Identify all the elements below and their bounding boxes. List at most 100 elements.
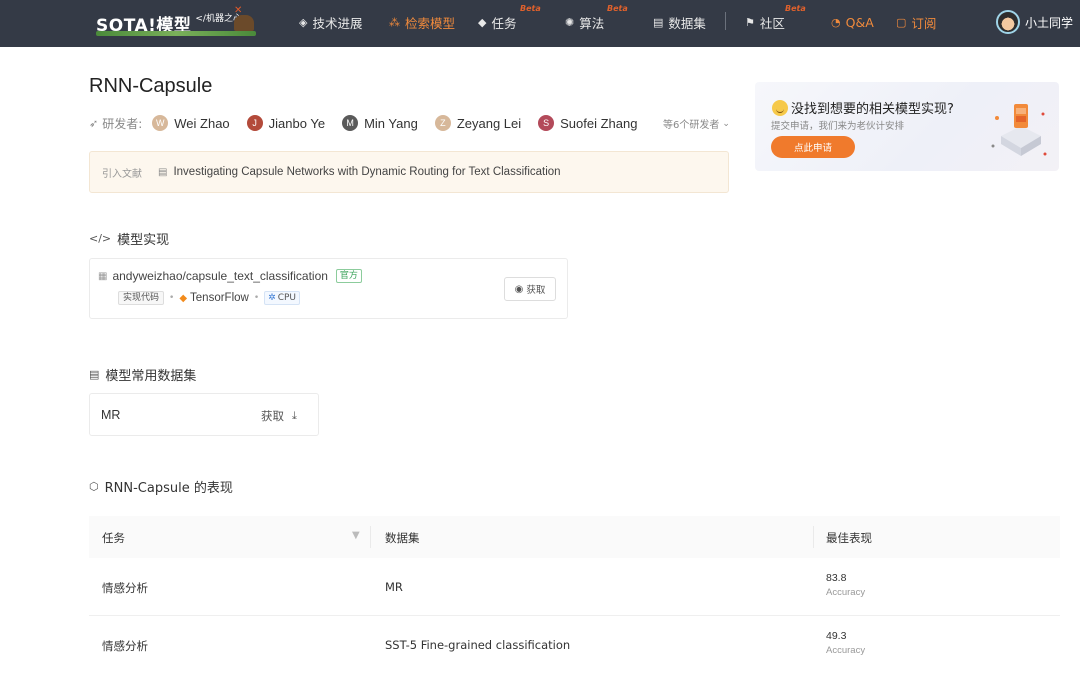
section-heading-datasets: ▤ 模型常用数据集	[89, 365, 196, 384]
get-code-button[interactable]: ◉ 获取	[504, 277, 556, 301]
smiley-icon	[772, 100, 788, 116]
framework-tag: ◆ TensorFlow	[179, 292, 249, 304]
beta-badge: Beta	[607, 4, 628, 13]
table-row[interactable]: 情感分析 MR 83.8 Accuracy	[89, 558, 1060, 616]
cube-illustration-icon	[987, 96, 1051, 162]
reference-paper-link[interactable]: Investigating Capsule Networks with Dyna…	[173, 166, 560, 178]
nav-item-datasets[interactable]: ▤ 数据集	[653, 13, 706, 31]
code-tag: 实现代码	[118, 291, 164, 305]
more-authors-toggle[interactable]: 等6个研发者 ⌄	[663, 116, 730, 131]
author-name: Suofei Zhang	[560, 116, 637, 131]
implementation-card: ▦ andyweizhao/capsule_text_classificatio…	[89, 258, 568, 319]
nav-item-community[interactable]: ⚑ 社区 Beta	[745, 13, 785, 31]
author-item[interactable]: M Min Yang	[342, 115, 418, 131]
bookmark-icon: ▢	[896, 16, 906, 29]
get-code-label: 获取	[526, 282, 545, 296]
official-badge: 官方	[336, 269, 362, 283]
device-tag: ✲ CPU	[264, 291, 300, 305]
user-menu[interactable]: 小土同学	[996, 10, 1073, 34]
avatar	[996, 10, 1020, 34]
author-item[interactable]: Z Zeyang Lei	[435, 115, 521, 131]
nav-item-search-models[interactable]: ⁂ 检索模型	[389, 13, 455, 31]
reference-paper-box: 引入文献 ▤ Investigating Capsule Networks wi…	[89, 151, 729, 193]
author-name: Jianbo Ye	[269, 116, 325, 131]
author-name: Wei Zhao	[174, 116, 229, 131]
github-icon: ◉	[515, 284, 524, 295]
nav-item-label: Q&A	[846, 15, 874, 30]
request-model-promo: 没找到想要的相关模型实现? 提交申请，我们来为老伙计安排 点此申请	[755, 82, 1059, 171]
table-row[interactable]: 情感分析 SST-5 Fine-grained classification 4…	[89, 616, 1060, 674]
database-icon: ▤	[89, 368, 99, 381]
separator-dot: •	[254, 293, 259, 303]
author-item[interactable]: S Suofei Zhang	[538, 115, 637, 131]
promo-title-text: 没找到想要的相关模型实现?	[791, 98, 954, 117]
reference-label: 引入文献	[102, 165, 158, 180]
user-name: 小土同学	[1025, 14, 1073, 31]
authors-label-text: 研发者:	[102, 115, 142, 132]
top-nav: SOTA!模型 </机器之心> ✕ ◈ 技术进展 ⁂ 检索模型 ◆ 任务 Bet…	[0, 0, 1080, 47]
nav-item-label: 技术进展	[312, 13, 362, 32]
score-metric: Accuracy	[826, 645, 865, 656]
page-title: RNN-Capsule	[89, 75, 212, 98]
qa-icon: ◔	[831, 16, 841, 29]
apply-button[interactable]: 点此申请	[771, 136, 855, 158]
score-value: 49.3	[826, 630, 865, 642]
stack-icon: ◆	[478, 16, 486, 29]
author-item[interactable]: W Wei Zhao	[152, 115, 229, 131]
authors-label: ➶ 研发者:	[89, 115, 142, 132]
flag-icon: ⚑	[745, 16, 755, 29]
nav-item-label: 数据集	[668, 13, 706, 32]
cell-score: 49.3 Accuracy	[826, 630, 865, 656]
device-label: CPU	[278, 292, 296, 304]
rocket-icon: ➶	[89, 117, 98, 130]
logo[interactable]: SOTA!模型 </机器之心> ✕	[96, 9, 250, 37]
cpu-icon: ✲	[268, 292, 276, 304]
score-metric: Accuracy	[826, 587, 865, 598]
nav-item-subscribe[interactable]: ▢ 订阅	[896, 13, 936, 31]
nav-item-tech-progress[interactable]: ◈ 技术进展	[299, 13, 362, 31]
cell-task: 情感分析	[102, 580, 148, 596]
author-item[interactable]: J Jianbo Ye	[247, 115, 325, 131]
column-separator	[370, 526, 371, 548]
nav-item-qa[interactable]: ◔ Q&A	[831, 13, 874, 31]
authors-row: ➶ 研发者: W Wei Zhao J Jianbo Ye M Min Yang…	[89, 113, 654, 133]
header-dataset: 数据集	[385, 530, 420, 546]
author-avatar: S	[538, 115, 554, 131]
dataset-get-label: 获取	[261, 408, 284, 424]
more-authors-label: 等6个研发者	[663, 116, 719, 131]
cell-dataset[interactable]: SST-5 Fine-grained classification	[385, 638, 570, 652]
layers-icon: ◈	[299, 16, 307, 29]
beta-badge: Beta	[520, 4, 541, 13]
author-avatar: J	[247, 115, 263, 131]
download-icon: ⤓	[292, 409, 297, 423]
nav-item-algorithms[interactable]: ✺ 算法 Beta	[565, 13, 604, 31]
nav-item-label: 算法	[579, 13, 604, 32]
atom-icon: ✺	[565, 16, 574, 29]
author-name: Zeyang Lei	[457, 116, 521, 131]
tensorflow-icon: ◆	[179, 293, 187, 304]
nav-divider	[725, 12, 726, 30]
performance-table: 任务 ▼ 数据集 最佳表现 情感分析 MR 83.8 Accuracy 情感分析…	[89, 516, 1060, 674]
cell-score: 83.8 Accuracy	[826, 572, 865, 598]
dataset-card: MR 获取 ⤓	[89, 393, 319, 436]
separator-dot: •	[169, 293, 174, 303]
database-icon: ▤	[653, 16, 663, 29]
score-value: 83.8	[826, 572, 865, 584]
logo-grass-decoration	[96, 31, 256, 36]
repo-link[interactable]: andyweizhao/capsule_text_classification	[112, 269, 327, 283]
section-title: RNN-Capsule 的表现	[105, 477, 233, 496]
beta-badge: Beta	[785, 4, 806, 13]
nav-item-tasks[interactable]: ◆ 任务 Beta	[478, 13, 516, 31]
section-heading-implementation: </> 模型实现	[89, 229, 169, 248]
document-icon: ▤	[158, 167, 167, 178]
dataset-get-button[interactable]: 获取 ⤓	[261, 408, 297, 424]
header-task: 任务	[102, 530, 125, 546]
code-icon: </>	[89, 232, 111, 245]
filter-icon[interactable]: ▼	[352, 530, 360, 541]
dataset-name: MR	[101, 408, 120, 422]
cell-dataset[interactable]: MR	[385, 580, 403, 594]
implementation-tags: 实现代码 • ◆ TensorFlow • ✲ CPU	[118, 291, 300, 305]
author-name: Min Yang	[364, 116, 418, 131]
section-title: 模型实现	[117, 229, 169, 248]
section-title: 模型常用数据集	[105, 365, 196, 384]
